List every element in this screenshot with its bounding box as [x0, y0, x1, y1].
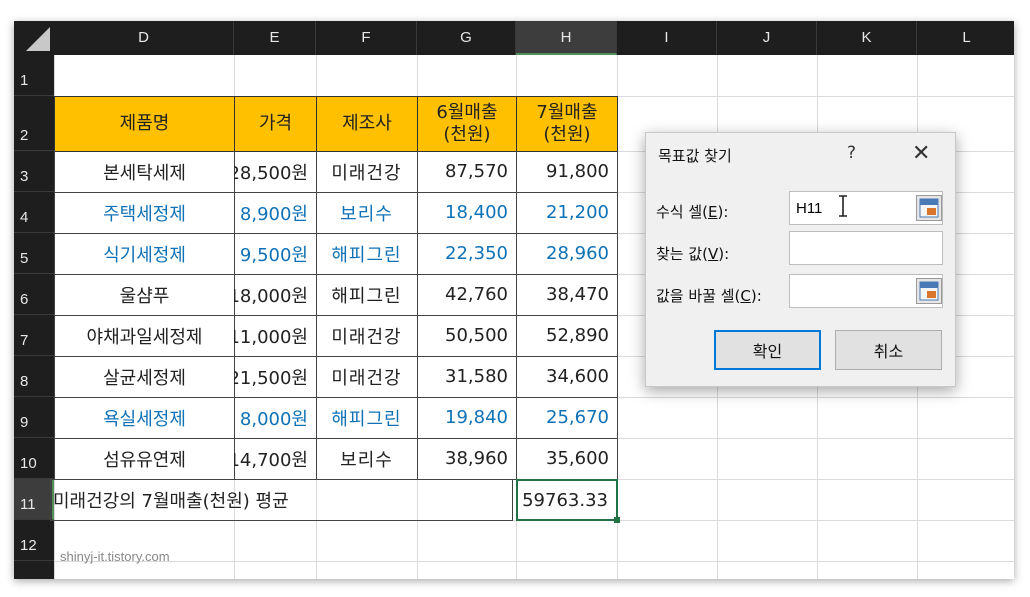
column-header-j[interactable]: J: [717, 21, 817, 55]
table-header-text: 제품명: [119, 113, 170, 134]
column-header-f[interactable]: F: [316, 21, 417, 55]
table-cell-jun[interactable]: 18,400: [417, 192, 517, 234]
table-cell-jul[interactable]: 34,600: [516, 356, 618, 398]
row-header-3[interactable]: 3: [14, 151, 54, 192]
to-value-label: 찾는 값(V):: [656, 245, 730, 263]
table-header-cell[interactable]: 제품명: [54, 96, 235, 152]
cancel-button[interactable]: 취소: [835, 330, 942, 370]
set-cell-range-picker[interactable]: [916, 195, 942, 221]
row-header-10[interactable]: 10: [14, 438, 54, 479]
table-cell-price[interactable]: 9,500원: [234, 233, 317, 275]
row-header-1[interactable]: 1: [14, 55, 54, 96]
row-header-5[interactable]: 5: [14, 233, 54, 274]
table-cell-price[interactable]: 11,000원: [234, 315, 317, 357]
column-header-e[interactable]: E: [234, 21, 316, 55]
table-cell-price[interactable]: 21,500원: [234, 356, 317, 398]
table-cell-jun[interactable]: 31,580: [417, 356, 517, 398]
table-cell-jun[interactable]: 87,570: [417, 151, 517, 193]
table-cell-name[interactable]: 섬유유연제: [54, 438, 235, 480]
changing-cell-range-picker[interactable]: [916, 278, 942, 304]
table-cell-maker[interactable]: 해피그린: [316, 274, 418, 316]
table-cell-jul[interactable]: 21,200: [516, 192, 618, 234]
changing-cell-label: 값을 바꿀 셀(C):: [656, 287, 762, 305]
table-header-cell[interactable]: 가격: [234, 96, 317, 152]
row-header-7[interactable]: 7: [14, 315, 54, 356]
column-header-d[interactable]: D: [54, 21, 234, 55]
table-cell-price[interactable]: 8,000원: [234, 397, 317, 439]
collapse-dialog-icon: [919, 281, 939, 301]
table-cell-maker[interactable]: 보리수: [316, 192, 418, 234]
row-header-4[interactable]: 4: [14, 192, 54, 233]
to-value-input[interactable]: [789, 231, 943, 265]
goal-seek-dialog: 목표값 찾기 ? ✕ 수식 셀(E): 찾는 값(V): 값을 바꿀 셀(C):…: [645, 132, 956, 387]
table-cell-name[interactable]: 본세탁세제: [54, 151, 235, 193]
column-header-i[interactable]: I: [617, 21, 717, 55]
table-cell-maker[interactable]: 해피그린: [316, 233, 418, 275]
table-cell-jul[interactable]: 52,890: [516, 315, 618, 357]
table-cell-maker[interactable]: 미래건강: [316, 356, 418, 398]
table-header-text: 7월매출 (천원): [536, 102, 598, 145]
table-header-text: 제조사: [342, 113, 392, 134]
average-label-cell[interactable]: 미래건강의 7월매출(천원) 평균: [50, 479, 513, 521]
table-cell-price[interactable]: 28,500원: [234, 151, 317, 193]
text-cursor-icon: [839, 195, 847, 217]
table-cell-maker[interactable]: 해피그린: [316, 397, 418, 439]
table-header-cell[interactable]: 6월매출 (천원): [417, 96, 517, 152]
table-header-text: 가격: [258, 113, 293, 134]
fill-handle[interactable]: [614, 517, 620, 523]
table-cell-jul[interactable]: 91,800: [516, 151, 618, 193]
close-button[interactable]: ✕: [912, 141, 930, 166]
row-header-12[interactable]: 12: [14, 520, 54, 561]
table-cell-name[interactable]: 주택세정제: [54, 192, 235, 234]
table-cell-name[interactable]: 욕실세정제: [54, 397, 235, 439]
table-cell-jun[interactable]: 38,960: [417, 438, 517, 480]
table-cell-jun[interactable]: 22,350: [417, 233, 517, 275]
table-cell-jun[interactable]: 19,840: [417, 397, 517, 439]
average-value-cell[interactable]: 59763.33: [516, 479, 618, 521]
table-cell-jul[interactable]: 38,470: [516, 274, 618, 316]
table-cell-price[interactable]: 18,000원: [234, 274, 317, 316]
collapse-dialog-icon: [919, 198, 939, 218]
table-cell-name[interactable]: 살균세정제: [54, 356, 235, 398]
row-header-8[interactable]: 8: [14, 356, 54, 397]
row-header-9[interactable]: 9: [14, 397, 54, 438]
table-header-text: 6월매출 (천원): [436, 102, 498, 145]
table-cell-name[interactable]: 울샴푸: [54, 274, 235, 316]
help-button[interactable]: ?: [847, 143, 856, 163]
column-header-k[interactable]: K: [817, 21, 917, 55]
column-header-g[interactable]: G: [417, 21, 516, 55]
table-cell-maker[interactable]: 미래건강: [316, 151, 418, 193]
set-cell-label: 수식 셀(E):: [656, 203, 729, 221]
row-header-11[interactable]: 11: [14, 479, 54, 520]
table-cell-jun[interactable]: 50,500: [417, 315, 517, 357]
dialog-title: 목표값 찾기: [658, 147, 732, 165]
table-header-cell[interactable]: 제조사: [316, 96, 418, 152]
row-header-2[interactable]: 2: [14, 96, 54, 151]
table-cell-maker[interactable]: 미래건강: [316, 315, 418, 357]
watermark: shinyj-it.tistory.com: [60, 549, 170, 564]
table-cell-jun[interactable]: 42,760: [417, 274, 517, 316]
select-all-icon: [26, 27, 50, 51]
select-all-corner[interactable]: [14, 21, 54, 55]
table-cell-price[interactable]: 14,700원: [234, 438, 317, 480]
table-cell-jul[interactable]: 25,670: [516, 397, 618, 439]
table-cell-price[interactable]: 8,900원: [234, 192, 317, 234]
table-cell-maker[interactable]: 보리수: [316, 438, 418, 480]
column-header-h[interactable]: H: [516, 21, 617, 55]
row-header-6[interactable]: 6: [14, 274, 54, 315]
table-cell-name[interactable]: 식기세정제: [54, 233, 235, 275]
table-cell-jul[interactable]: 28,960: [516, 233, 618, 275]
ok-button[interactable]: 확인: [714, 330, 821, 370]
table-cell-name[interactable]: 야채과일세정제: [54, 315, 235, 357]
table-cell-jul[interactable]: 35,600: [516, 438, 618, 480]
grid-line: [54, 561, 1014, 562]
table-header-cell[interactable]: 7월매출 (천원): [516, 96, 618, 152]
column-header-l[interactable]: L: [917, 21, 1014, 55]
